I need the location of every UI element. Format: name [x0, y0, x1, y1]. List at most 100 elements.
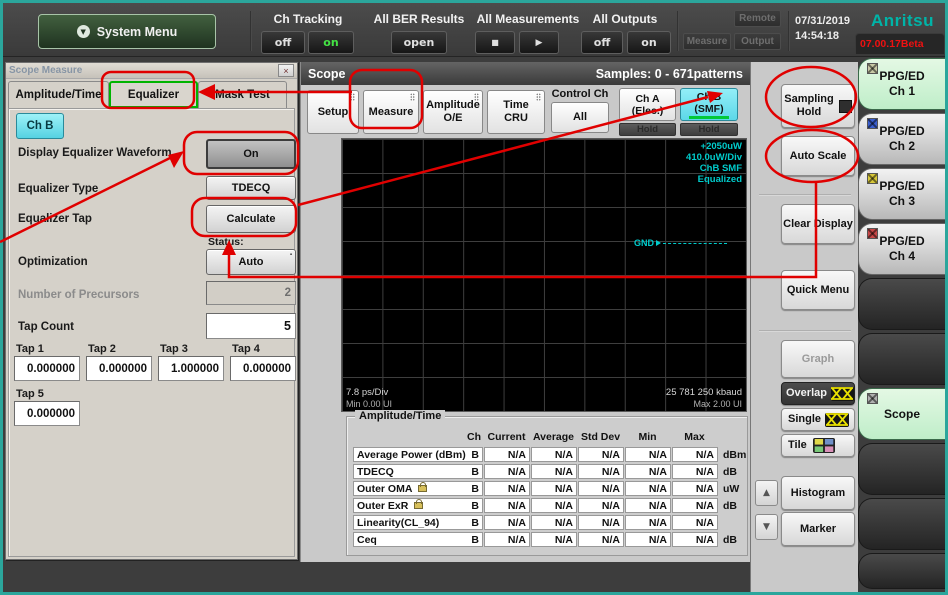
ch-b-label-1: Ch B	[697, 91, 722, 103]
chevron-down-icon: ▼	[77, 25, 90, 38]
function-tab-ppg-ed-ch2[interactable]: PPG/ED Ch 2	[858, 113, 945, 165]
function-tab-empty	[858, 553, 945, 589]
measure-button[interactable]: Measure	[363, 90, 419, 134]
row-stddev: N/A	[578, 481, 624, 496]
equalizer-type-button[interactable]: TDECQ	[206, 176, 296, 200]
row-max: N/A	[672, 481, 718, 496]
row-average: N/A	[531, 532, 577, 547]
single-label: Single	[788, 413, 821, 426]
gnd-marker: GND	[634, 238, 727, 248]
marker-button[interactable]: Marker	[781, 512, 855, 546]
row-min: N/A	[625, 532, 671, 547]
display-equalizer-waveform-label: Display Equalizer Waveform	[18, 147, 172, 159]
system-menu-button[interactable]: ▼ System Menu	[38, 14, 216, 49]
ch-b-button[interactable]: Ch B (SMF)	[680, 88, 738, 121]
function-tab-scope[interactable]: Scope	[858, 388, 945, 440]
scope-title: Scope	[308, 67, 346, 81]
tab-mask-test[interactable]: Mask Test	[198, 81, 287, 108]
row-ch: B	[471, 534, 479, 546]
divider	[677, 11, 679, 51]
scale-channel: ChB SMF	[686, 163, 742, 174]
waveform-display[interactable]: +2050uW 410.0uW/Div ChB SMF Equalized GN…	[341, 138, 747, 412]
auto-scale-button[interactable]: Auto Scale	[781, 136, 855, 176]
time-label-2: CRU	[504, 112, 528, 125]
tap2-field[interactable]: 0.000000	[86, 356, 152, 381]
scroll-down-button[interactable]: ▼	[755, 514, 778, 540]
ch-tracking-off-button[interactable]: off	[261, 31, 305, 54]
row-ch: B	[471, 449, 479, 461]
control-ch-label: Control Ch	[551, 88, 609, 100]
table-row: Average Power (dBm)B N/A N/A N/A N/A N/A…	[353, 447, 750, 462]
row-average: N/A	[531, 481, 577, 496]
ber-open-button[interactable]: open	[391, 31, 447, 54]
scroll-up-button[interactable]: ▲	[755, 480, 778, 506]
outputs-on-button[interactable]: on	[627, 31, 671, 54]
time-cru-button[interactable]: Time CRU	[487, 90, 545, 134]
row-label: Linearity(CL_94)	[357, 517, 439, 529]
row-max: N/A	[672, 532, 718, 547]
ch-a-button[interactable]: Ch A (Elec.)	[619, 88, 676, 121]
overlap-view-button[interactable]: Overlap	[781, 382, 855, 405]
single-view-button[interactable]: Single	[781, 408, 855, 431]
display-equalizer-on-button[interactable]: On	[206, 139, 296, 169]
channel-status-icon	[867, 393, 878, 404]
tab-label-2: Ch 4	[889, 249, 915, 264]
ch-tracking-on-button[interactable]: on	[308, 31, 354, 54]
row-current: N/A	[484, 481, 530, 496]
function-tab-ppg-ed-ch3[interactable]: PPG/ED Ch 3	[858, 168, 945, 220]
row-label: Average Power (dBm)	[357, 449, 466, 461]
channel-b-button[interactable]: Ch B	[16, 113, 64, 139]
tap4-field[interactable]: 0.000000	[230, 356, 296, 381]
min-ui: Min 0.00 UI	[346, 399, 392, 409]
tab-amplitude-time[interactable]: Amplitude/Time	[8, 81, 109, 108]
divider	[759, 194, 851, 196]
row-min: N/A	[625, 447, 671, 462]
scale-per-div: 410.0uW/Div	[686, 152, 742, 163]
setup-button[interactable]: Setup	[307, 90, 359, 134]
scale-mode: Equalized	[686, 174, 742, 185]
outputs-off-button[interactable]: off	[581, 31, 623, 54]
max-ui: Max 2.00 UI	[693, 399, 742, 409]
sampling-hold-button[interactable]: Sampling Hold	[781, 84, 855, 128]
histogram-button[interactable]: Histogram	[781, 476, 855, 510]
row-stddev: N/A	[578, 447, 624, 462]
equalizer-type-label: Equalizer Type	[18, 183, 98, 195]
calculate-button[interactable]: Calculate	[206, 205, 296, 233]
tab-label-1: PPG/ED	[879, 234, 924, 249]
graph-button: Graph	[781, 340, 855, 378]
measurements-start-button[interactable]: ▶	[519, 31, 559, 54]
row-current: N/A	[484, 532, 530, 547]
close-icon[interactable]: ×	[278, 64, 294, 77]
row-min: N/A	[625, 481, 671, 496]
dialog-title-bar[interactable]: Scope Measure ×	[6, 63, 297, 79]
measure-label: Measure	[369, 106, 414, 119]
function-tab-ppg-ed-ch4[interactable]: PPG/ED Ch 4	[858, 223, 945, 275]
table-title: Amplitude/Time	[355, 410, 445, 422]
col-stddev: Std Dev	[577, 431, 624, 443]
row-current: N/A	[484, 498, 530, 513]
tab-equalizer[interactable]: Equalizer	[109, 81, 198, 108]
tap1-label: Tap 1	[16, 343, 44, 355]
tap1-field[interactable]: 0.000000	[14, 356, 80, 381]
row-stddev: N/A	[578, 464, 624, 479]
function-tab-ppg-ed-ch1[interactable]: PPG/ED Ch 1	[858, 58, 945, 110]
row-ch: B	[471, 500, 479, 512]
dropdown-mark-icon: ▪	[290, 252, 292, 258]
control-ch-all-button[interactable]: All	[551, 102, 609, 133]
measurements-stop-button[interactable]: ■	[475, 31, 515, 54]
optimization-button[interactable]: Auto ▪	[206, 249, 296, 275]
clear-display-button[interactable]: Clear Display	[781, 204, 855, 244]
row-label: Outer ExR	[357, 500, 408, 512]
amplitude-oe-button[interactable]: Amplitude O/E	[423, 90, 483, 134]
tile-view-button[interactable]: Tile	[781, 434, 855, 457]
row-current: N/A	[484, 464, 530, 479]
row-current: N/A	[484, 515, 530, 530]
tap4-label: Tap 4	[232, 343, 260, 355]
grip-icon	[536, 93, 541, 101]
tap3-field[interactable]: 1.000000	[158, 356, 224, 381]
tab-label-1: PPG/ED	[879, 69, 924, 84]
row-max: N/A	[672, 515, 718, 530]
tap-count-field[interactable]: 5	[206, 313, 296, 339]
tap5-field[interactable]: 0.000000	[14, 401, 80, 426]
quick-menu-button[interactable]: Quick Menu	[781, 270, 855, 310]
